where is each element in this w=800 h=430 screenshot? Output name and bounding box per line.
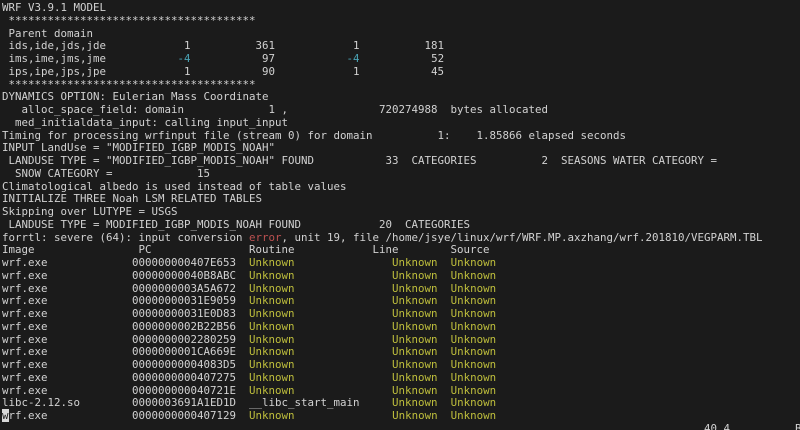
terminal-line: ************************************** <box>2 15 800 28</box>
terminal-body: WRF V3.9.1 MODEL ***********************… <box>2 2 800 430</box>
terminal-line: 40,4 Bot <box>2 423 800 430</box>
terminal-window[interactable]: WRF V3.9.1 MODEL ***********************… <box>0 0 800 430</box>
